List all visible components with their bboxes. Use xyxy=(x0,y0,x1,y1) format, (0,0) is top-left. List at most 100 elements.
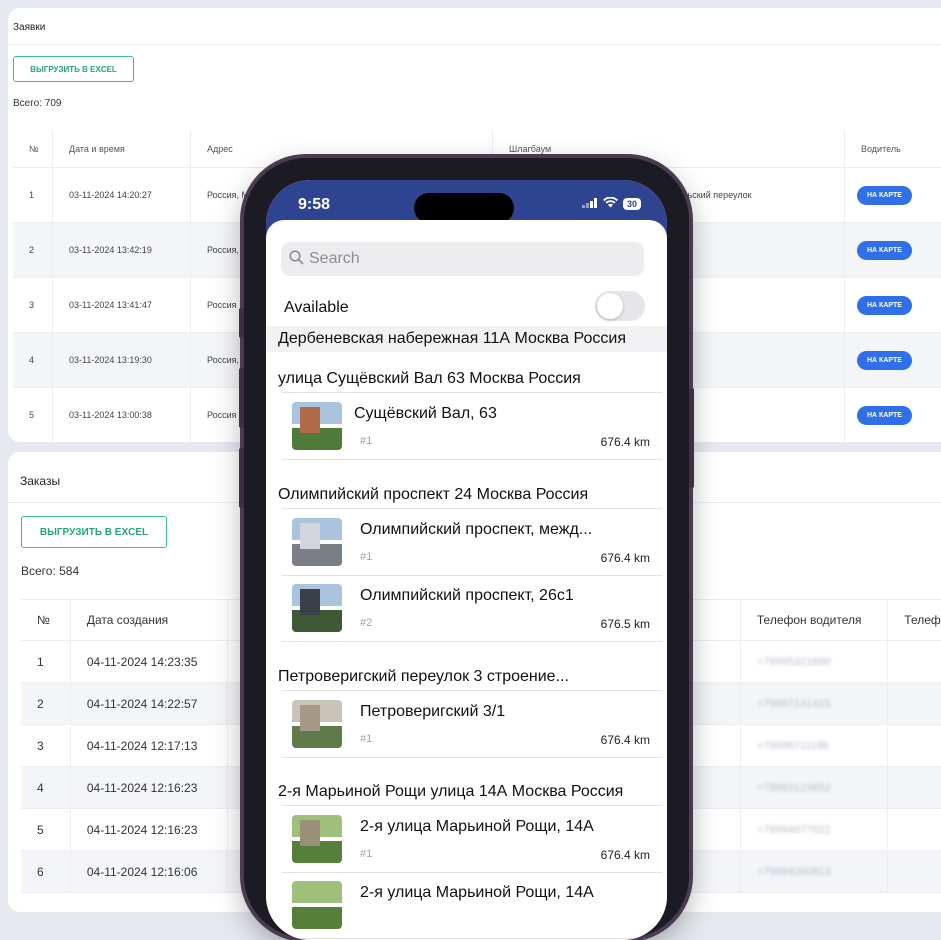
item-title: Олимпийский проспект, межд... xyxy=(360,521,593,538)
list-item[interactable]: 2-я улица Марьиной Рощи, 14А xyxy=(282,872,662,939)
row-datetime: 03-11-2024 13:00:38 xyxy=(53,388,191,442)
row-number: 1 xyxy=(21,641,71,682)
row-number: 4 xyxy=(21,767,71,808)
row-driver-phone: +79995321690 xyxy=(741,641,889,682)
on-map-button[interactable]: НА КАРТЕ xyxy=(857,350,912,370)
divider xyxy=(8,44,941,45)
row-number: 6 xyxy=(21,851,71,892)
item-distance: 676.5 km xyxy=(600,617,650,631)
phone-screen: 9:58 30 Search Available Дербеневская на… xyxy=(266,180,667,940)
col-driver-phone: Телефон водителя xyxy=(741,600,889,640)
on-map-button[interactable]: НА КАРТЕ xyxy=(857,405,912,425)
orders-total: Всего: 584 xyxy=(21,564,80,578)
battery-icon: 30 xyxy=(622,198,641,210)
row-driver-phone: +79997141415 xyxy=(741,683,889,724)
row-phone xyxy=(888,725,941,766)
row-number: 3 xyxy=(21,725,71,766)
phone-mockup: 9:58 30 Search Available Дербеневская на… xyxy=(239,158,694,940)
list-item[interactable]: Олимпийский проспект, 26с1 #2 676.5 km xyxy=(282,575,662,642)
row-driver-phone: +79993123652 xyxy=(741,767,889,808)
address-group-header[interactable]: Дербеневская набережная 11А Москва Росси… xyxy=(266,326,667,352)
results-sheet: Search Available Дербеневская набережная… xyxy=(266,220,667,940)
phone-number: +79996711186 xyxy=(756,739,829,752)
search-icon xyxy=(289,249,304,269)
row-phone xyxy=(888,641,941,682)
item-distance: 676.4 km xyxy=(600,733,650,747)
row-created: 04-11-2024 12:17:13 xyxy=(71,725,229,766)
status-icons: 30 xyxy=(581,196,641,211)
row-number: 2 xyxy=(21,683,71,724)
available-label: Available xyxy=(284,299,349,316)
available-toggle[interactable] xyxy=(595,291,645,321)
list-item[interactable]: 2-я улица Марьиной Рощи, 14А #1 676.4 km xyxy=(282,805,662,873)
item-distance: 676.4 km xyxy=(600,435,650,449)
row-datetime: 03-11-2024 13:41:47 xyxy=(53,278,191,332)
phone-number: +79994077022 xyxy=(756,823,831,836)
requests-title: Заявки xyxy=(13,22,46,33)
row-number: 1 xyxy=(13,168,53,222)
phone-mute-switch xyxy=(239,308,244,338)
signal-icon xyxy=(581,197,598,211)
row-number: 2 xyxy=(13,223,53,277)
location-photo xyxy=(292,402,342,450)
location-photo xyxy=(292,584,342,632)
row-number: 3 xyxy=(13,278,53,332)
row-created: 04-11-2024 12:16:23 xyxy=(71,809,229,850)
item-distance: 676.4 km xyxy=(600,551,650,565)
col-datetime: Дата и время xyxy=(53,130,191,167)
row-driver: НА КАРТЕ xyxy=(845,223,941,277)
list-item[interactable]: Петроверигский 3/1 #1 676.4 km xyxy=(282,690,662,758)
row-datetime: 03-11-2024 13:42:19 xyxy=(53,223,191,277)
item-title: Сущёвский Вал, 63 xyxy=(354,405,497,422)
on-map-button[interactable]: НА КАРТЕ xyxy=(857,185,912,205)
item-number: #1 xyxy=(360,435,373,447)
row-driver-phone: +79996711186 xyxy=(741,725,889,766)
on-map-button[interactable]: НА КАРТЕ xyxy=(857,295,912,315)
list-item[interactable]: Олимпийский проспект, межд... #1 676.4 k… xyxy=(282,508,662,576)
toggle-knob xyxy=(597,293,623,319)
location-photo xyxy=(292,700,342,748)
export-excel-button[interactable]: ВЫГРУЗИТЬ В EXCEL xyxy=(21,516,167,548)
address-group-header[interactable]: Олимпийский проспект 24 Москва Россия xyxy=(278,486,588,504)
item-title: Петроверигский 3/1 xyxy=(360,703,506,720)
location-photo xyxy=(292,518,342,566)
row-driver: НА КАРТЕ xyxy=(845,278,941,332)
phone-volume-down xyxy=(239,448,244,508)
location-photo xyxy=(292,815,342,863)
item-number: #2 xyxy=(360,617,373,629)
item-number: #1 xyxy=(360,551,373,563)
row-driver: НА КАРТЕ xyxy=(845,388,941,442)
row-number: 4 xyxy=(13,333,53,387)
item-title: 2-я улица Марьиной Рощи, 14А xyxy=(360,818,594,835)
search-placeholder: Search xyxy=(309,250,360,267)
list-item[interactable]: Сущёвский Вал, 63 #1 676.4 km xyxy=(282,392,662,460)
row-number: 5 xyxy=(13,388,53,442)
row-phone xyxy=(888,809,941,850)
address-group-header[interactable]: 2-я Марьиной Рощи улица 14А Москва Росси… xyxy=(278,783,623,801)
row-driver-phone: +79994260913 xyxy=(741,851,889,892)
export-excel-button[interactable]: ВЫГРУЗИТЬ В EXCEL xyxy=(13,56,134,82)
item-number: #1 xyxy=(360,848,373,860)
row-datetime: 03-11-2024 14:20:27 xyxy=(53,168,191,222)
address-group-header[interactable]: улица Сущёвский Вал 63 Москва Россия xyxy=(278,370,581,388)
item-title: Олимпийский проспект, 26с1 xyxy=(360,587,574,604)
item-title: 2-я улица Марьиной Рощи, 14А xyxy=(360,884,594,901)
row-driver: НА КАРТЕ xyxy=(845,333,941,387)
address-group-header[interactable]: Петроверигский переулок 3 строение... xyxy=(278,668,569,686)
row-phone xyxy=(888,683,941,724)
col-number: № xyxy=(13,130,53,167)
orders-title: Заказы xyxy=(20,474,61,488)
row-phone xyxy=(888,767,941,808)
dynamic-island xyxy=(414,193,514,223)
col-driver: Водитель xyxy=(861,143,901,154)
row-created: 04-11-2024 14:22:57 xyxy=(71,683,229,724)
col-phone: Телеф xyxy=(904,613,941,627)
col-number: № xyxy=(21,600,71,640)
on-map-button[interactable]: НА КАРТЕ xyxy=(857,240,912,260)
phone-power-button xyxy=(689,388,694,488)
search-input[interactable]: Search xyxy=(281,242,644,276)
item-number: #1 xyxy=(360,733,373,745)
status-time: 9:58 xyxy=(298,196,331,213)
row-datetime: 03-11-2024 13:19:30 xyxy=(53,333,191,387)
row-driver-phone: +79994077022 xyxy=(741,809,889,850)
